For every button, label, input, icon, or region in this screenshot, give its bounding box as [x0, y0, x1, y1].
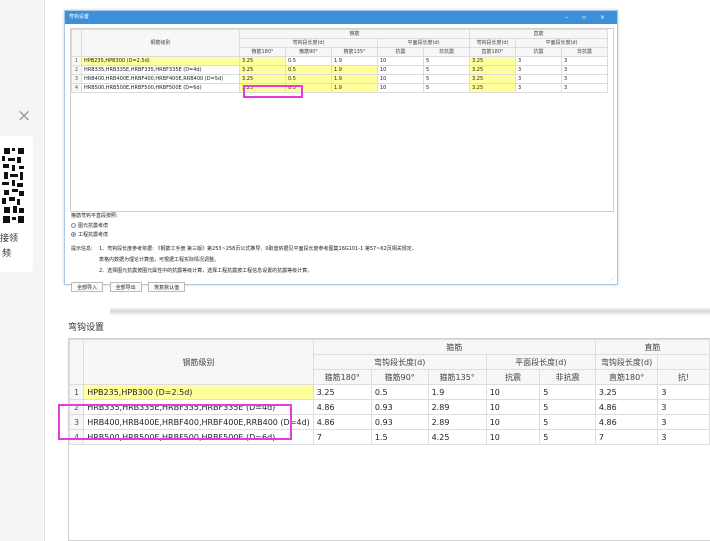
- qr-caption-2: 频: [2, 249, 12, 259]
- row-label[interactable]: HPB235,HPB300 (D=2.5d): [83, 384, 314, 400]
- export-all-button[interactable]: 全部导出: [109, 282, 142, 292]
- head-hook-length: 弯钩段长度(d): [239, 38, 378, 48]
- head-h90: 箍筋90°: [285, 47, 332, 57]
- hook-table-container: 钢筋级别 箍筋 直筋 弯钩段长度(d) 平面段长度(d) 弯钩段长度(d) 平面…: [70, 28, 614, 212]
- head-flat-length: 平面段长度(d): [377, 38, 470, 48]
- head-nonseismic: 非抗震: [539, 369, 596, 385]
- dialog-title: 弯钩设置: [69, 14, 90, 20]
- highlight-box: [58, 404, 292, 440]
- tips-label: 提示信息:: [71, 246, 93, 252]
- head-straight-flat: [657, 354, 710, 370]
- row-label[interactable]: HRB400,HRB400E,HRBF400,HRBF400E,RRB400 (…: [81, 74, 240, 84]
- table-row[interactable]: 3 HRB400,HRB400E,HRBF400,HRBF400E,RRB400…: [71, 74, 608, 84]
- head-z-nonseismic: 非抗震: [561, 47, 608, 57]
- stirrup-option-group: 箍筋弯钩平直段按照: 图元抗震考虑 工程抗震考虑: [71, 211, 118, 240]
- head-straight-flat: 平面段长度(d): [515, 38, 608, 48]
- button-bar: 全部导入 全部导出 恢复默认值: [71, 282, 189, 292]
- head-z180: 直筋180°: [469, 47, 516, 57]
- head-nonseismic: 非抗震: [423, 47, 470, 57]
- dialog-title-bar: 弯钩设置 – ▫ ×: [65, 11, 617, 24]
- qr-card: 接领 频: [0, 136, 33, 272]
- head-seismic: 抗震: [377, 47, 424, 57]
- row-label[interactable]: HRB335,HRB335E,HRBF335,HRBF335E (D=4d): [81, 65, 240, 75]
- dialog-body: 钢筋级别 箍筋 直筋 弯钩段长度(d) 平面段长度(d) 弯钩段长度(d) 平面…: [65, 24, 617, 292]
- import-all-button[interactable]: 全部导入: [71, 282, 104, 292]
- qr-caption-1: 接领: [0, 234, 19, 244]
- radio-selected-icon[interactable]: [71, 232, 76, 237]
- col-rebar-grade: 钢筋级别: [81, 29, 240, 57]
- group-stirrup: 箍筋: [312, 339, 596, 355]
- group-straight: 直筋: [594, 339, 710, 355]
- head-h90: 箍筋90°: [370, 369, 429, 385]
- screen: × 接领 频 弯钩设置 – ▫ × 钢筋级别 箍筋 直筋 弯钩段长度(d) 平面…: [0, 0, 710, 541]
- head-h135: 箍筋135°: [427, 369, 487, 385]
- table-row[interactable]: 4 HRB500,HRB500E,HRBF500,HRBF500E (D=6d)…: [71, 83, 608, 93]
- head-hook-length: 弯钩段长度(d): [312, 354, 487, 370]
- hook-settings-zoom-panel: 弯钩设置 钢筋级别 箍筋 直筋 弯钩段长度(d) 平面段长度(d) 弯钩段长度(…: [58, 316, 710, 541]
- head-seismic: 抗震: [485, 369, 541, 385]
- reset-default-button[interactable]: 恢复默认值: [148, 282, 186, 292]
- group-stirrup: 箍筋: [239, 29, 470, 39]
- radio-icon[interactable]: [71, 223, 76, 228]
- col-rebar-grade: 钢筋级别: [83, 339, 314, 385]
- row-label[interactable]: HRB500,HRB500E,HRBF500,HRBF500E (D=6d): [81, 83, 240, 93]
- highlight-box: [243, 85, 303, 98]
- qr-code-icon: [0, 146, 26, 226]
- screenshot-divider: [110, 307, 710, 316]
- head-h180: 箍筋180°: [239, 47, 286, 57]
- head-straight-hook: 弯钩段长度(d): [594, 354, 659, 370]
- head-z180: 直筋180°: [594, 369, 659, 385]
- head-h135: 箍筋135°: [331, 47, 378, 57]
- tips: 提示信息: 1、弯钩段长度参考依据: 《钢筋工手册 第三版》第253~258页公式…: [71, 244, 417, 277]
- table-row[interactable]: 2 HRB335,HRB335E,HRBF335,HRBF335E (D=4d)…: [71, 65, 608, 75]
- panel-title: 弯钩设置: [68, 323, 105, 333]
- head-h180: 箍筋180°: [312, 369, 372, 385]
- hook-settings-dialog: 弯钩设置 – ▫ × 钢筋级别 箍筋 直筋 弯钩段长度(d) 平面段长度(d): [64, 10, 618, 292]
- head-z-seismic: 抗震: [515, 47, 562, 57]
- head-z-seismic: 抗!: [657, 369, 710, 385]
- option-project-seismic[interactable]: 工程抗震考虑: [71, 230, 118, 240]
- resize-grip-icon[interactable]: ⋰: [609, 276, 615, 283]
- group-straight: 直筋: [469, 29, 608, 39]
- corner-cell: [69, 339, 85, 385]
- table-row[interactable]: 1 HPB235,HPB300 (D=2.5d) 3.25 0.5 1.9 10…: [69, 384, 710, 400]
- left-panel: × 接领 频: [0, 0, 45, 541]
- head-flat-length: 平面段长度(d): [485, 354, 596, 370]
- corner-cell: [71, 29, 82, 57]
- head-straight-hook: 弯钩段长度(d): [469, 38, 516, 48]
- hook-table: 钢筋级别 箍筋 直筋 弯钩段长度(d) 平面段长度(d) 弯钩段长度(d) 平面…: [71, 29, 608, 93]
- option-title: 箍筋弯钩平直段按照:: [71, 213, 118, 219]
- table-row[interactable]: 1 HPB235,HPB300 (D=2.5d) 3.25 0.5 1.9 10…: [71, 56, 608, 66]
- tip-1: 1、弯钩段长度参考依据: 《钢筋工手册 第三版》第253~258页公式推导、0取…: [99, 246, 417, 252]
- close-icon[interactable]: ×: [17, 106, 31, 126]
- row-label[interactable]: HPB235,HPB300 (D=2.5d): [81, 56, 240, 66]
- tip-2: 2、选择图元抗震按图元属性中的抗震等级计算，选择工程抗震按工程信息设置的抗震等级…: [99, 268, 313, 274]
- tip-1b: 表格内数据为理论计算值，可根据工程实际情况调整。: [99, 257, 220, 263]
- window-controls[interactable]: – ▫ ×: [565, 11, 611, 24]
